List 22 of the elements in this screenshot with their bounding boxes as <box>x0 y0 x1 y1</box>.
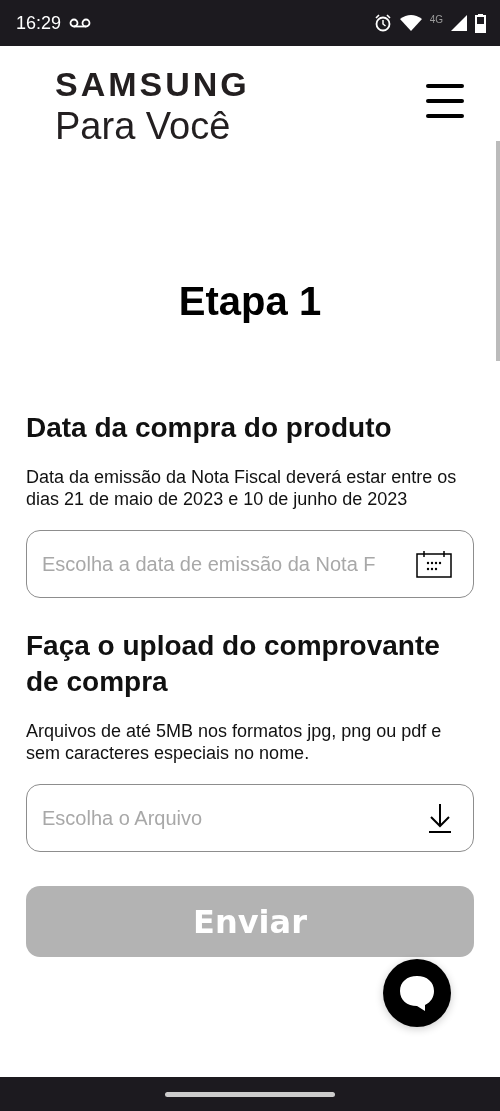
signal-icon <box>451 15 467 31</box>
status-time: 16:29 <box>16 12 62 34</box>
network-type: 4G <box>429 14 443 25</box>
wifi-icon <box>399 15 422 31</box>
brand-logo: SAMSUNG <box>55 64 250 104</box>
section-heading: Data da compra do produto <box>26 411 393 445</box>
battery-icon <box>475 13 486 33</box>
alarm-icon <box>373 14 392 32</box>
section-heading: Faça o upload do comprovante de compra <box>26 629 441 699</box>
page-title: Etapa 1 <box>177 278 323 325</box>
download-icon <box>428 803 452 833</box>
section-description: Data da emissão da Nota Fiscal deverá estar entre os dias 21 de maio de 2023 e 10 de junho de 2023 <box>26 466 458 510</box>
voicemail-icon <box>69 18 92 28</box>
file-field[interactable]: Escolha o Arquivo <box>26 784 474 852</box>
chat-icon <box>397 973 437 1013</box>
brand-subtitle: Para Você <box>55 104 232 148</box>
menu-button[interactable] <box>426 84 464 118</box>
date-field[interactable]: Escolha a data de emissão da Nota F <box>26 530 474 598</box>
chat-button[interactable] <box>383 959 451 1027</box>
home-indicator[interactable] <box>165 1091 335 1097</box>
calendar-icon <box>416 550 452 578</box>
section-description: Arquivos de até 5MB nos formatos jpg, png ou pdf e sem caracteres especiais no nome. <box>26 720 443 764</box>
